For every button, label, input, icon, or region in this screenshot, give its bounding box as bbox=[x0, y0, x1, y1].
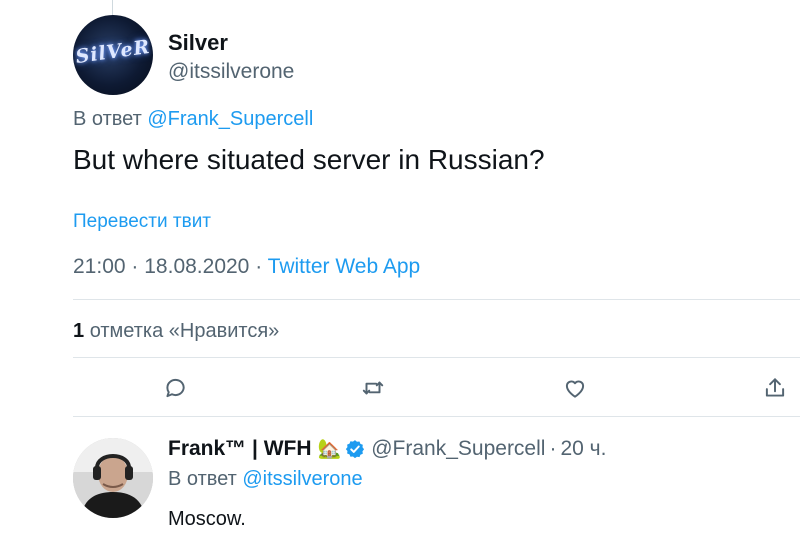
avatar[interactable]: SilVeR bbox=[73, 15, 153, 95]
house-emoji: 🏡 bbox=[317, 439, 342, 460]
likes-summary[interactable]: 1 отметка «Нравится» bbox=[73, 320, 279, 343]
avatar[interactable] bbox=[73, 438, 153, 518]
like-button[interactable] bbox=[560, 373, 590, 403]
author-name[interactable]: Silver bbox=[168, 30, 228, 56]
author-handle[interactable]: @Frank_Supercell bbox=[371, 437, 545, 461]
divider bbox=[73, 357, 800, 358]
like-icon bbox=[565, 380, 585, 398]
separator: · bbox=[549, 437, 557, 460]
like-count: 1 bbox=[73, 320, 85, 342]
tweet-date[interactable]: 18.08.2020 bbox=[144, 255, 249, 278]
author-name[interactable]: Frank™ | WFH bbox=[168, 437, 312, 461]
reply-to-link[interactable]: @Frank_Supercell bbox=[147, 108, 313, 130]
reply-context: В ответ @itssilverone bbox=[168, 468, 363, 491]
retweet-icon bbox=[362, 381, 384, 395]
separator: · bbox=[131, 255, 139, 278]
divider bbox=[73, 416, 800, 417]
verified-badge-icon bbox=[346, 440, 365, 459]
retweet-button[interactable] bbox=[358, 373, 388, 403]
translate-tweet-link[interactable]: Перевести твит bbox=[73, 211, 211, 233]
reply-prefix: В ответ bbox=[168, 468, 237, 490]
separator: · bbox=[255, 255, 263, 278]
tweet-text: But where situated server in Russian? bbox=[73, 144, 545, 175]
avatar-logo: SilVeR bbox=[74, 35, 152, 69]
reply-context: В ответ @Frank_Supercell bbox=[73, 108, 313, 131]
author-handle[interactable]: @itssilverone bbox=[168, 60, 294, 84]
tweet-time[interactable]: 21:00 bbox=[73, 255, 126, 278]
tweet-timestamp[interactable]: 20 ч. bbox=[560, 437, 606, 461]
reply-text: Moscow. bbox=[168, 508, 246, 530]
share-button[interactable] bbox=[760, 373, 790, 403]
divider bbox=[73, 299, 800, 300]
reply-author-row: Frank™ | WFH 🏡 @Frank_Supercell · 20 ч. bbox=[168, 437, 606, 461]
avatar-photo bbox=[73, 438, 153, 518]
reply-to-link[interactable]: @itssilverone bbox=[242, 468, 362, 490]
reply-prefix: В ответ bbox=[73, 108, 142, 130]
reply-button[interactable] bbox=[160, 373, 190, 403]
reply-icon bbox=[166, 378, 185, 398]
tweet-source[interactable]: Twitter Web App bbox=[268, 255, 421, 278]
tweet-metadata: 21:00 · 18.08.2020 · Twitter Web App bbox=[73, 255, 420, 279]
like-label: отметка «Нравится» bbox=[89, 320, 280, 342]
share-icon bbox=[765, 378, 785, 397]
